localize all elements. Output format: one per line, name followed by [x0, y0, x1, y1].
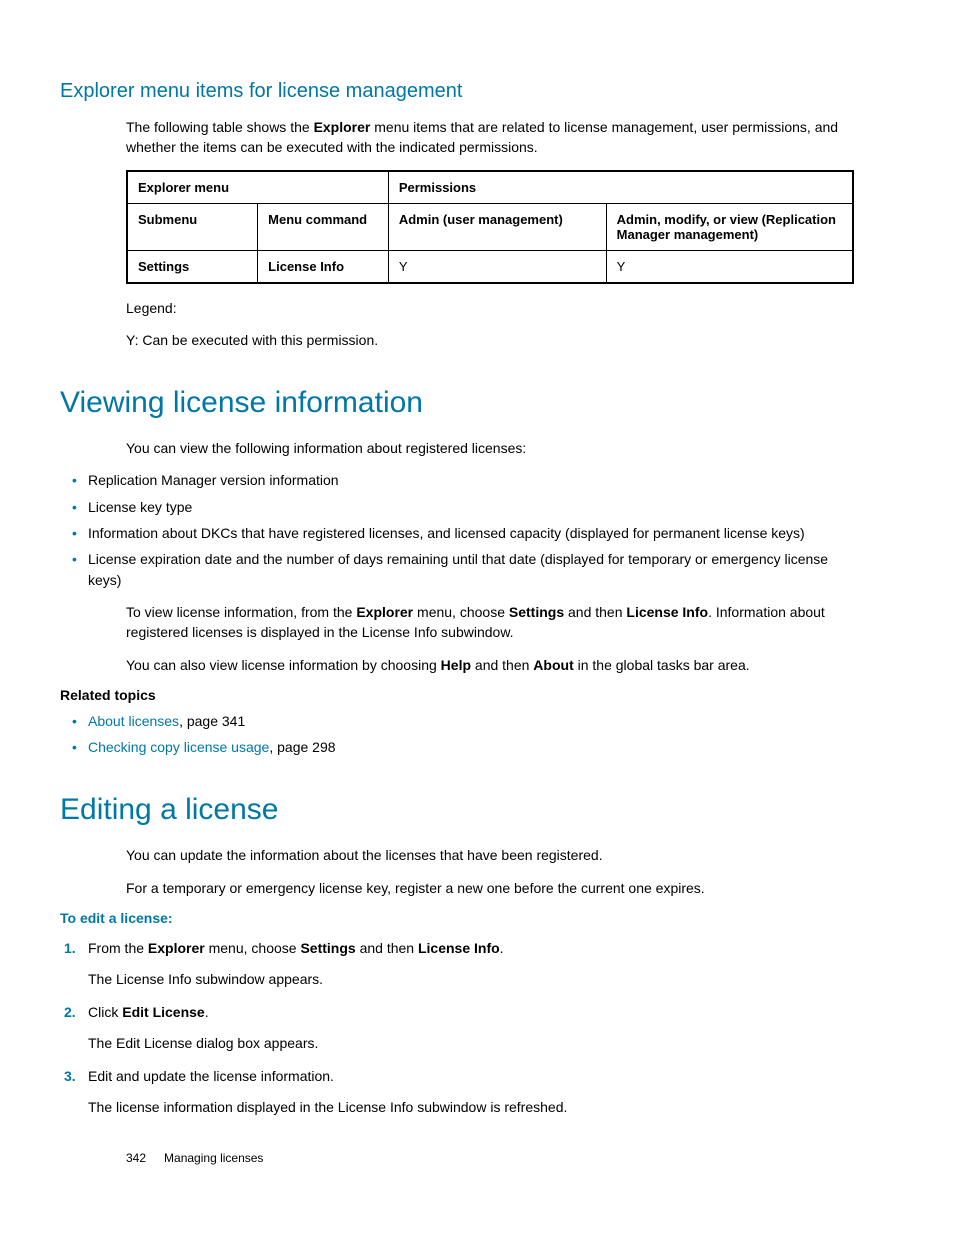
- text-bold: About: [533, 657, 573, 673]
- th-admin-modify-view: Admin, modify, or view (Replication Mana…: [606, 203, 853, 250]
- th-admin: Admin (user management): [388, 203, 606, 250]
- text-bold: Settings: [300, 940, 355, 956]
- list-item: License key type: [88, 497, 854, 517]
- text: From the: [88, 940, 148, 956]
- text: , page 341: [179, 713, 245, 729]
- th-explorer-menu: Explorer menu: [127, 171, 388, 204]
- td-menu-command: License Info: [258, 250, 389, 283]
- section-heading-editing-license: Editing a license: [60, 793, 854, 827]
- procedure-heading: To edit a license:: [60, 910, 854, 926]
- section-heading-viewing-license: Viewing license information: [60, 386, 854, 420]
- text: To view license information, from the: [126, 604, 356, 620]
- list-item: Replication Manager version information: [88, 470, 854, 490]
- step-2-result: The Edit License dialog box appears.: [88, 1033, 854, 1054]
- page: Explorer menu items for license manageme…: [0, 0, 954, 1235]
- step-2: Click Edit License. The Edit License dia…: [88, 1002, 854, 1054]
- td-admin: Y: [388, 250, 606, 283]
- text: and then: [356, 940, 418, 956]
- list-item: Checking copy license usage, page 298: [88, 737, 854, 757]
- section3-intro2: For a temporary or emergency license key…: [126, 878, 854, 898]
- permissions-table-wrap: Explorer menu Permissions Submenu Menu c…: [126, 170, 854, 284]
- text: and then: [564, 604, 626, 620]
- permissions-table: Explorer menu Permissions Submenu Menu c…: [126, 170, 854, 284]
- table-row: Settings License Info Y Y: [127, 250, 853, 283]
- section3-intro1: You can update the information about the…: [126, 845, 854, 865]
- text-bold: License Info: [626, 604, 708, 620]
- related-topics-heading: Related topics: [60, 687, 854, 703]
- step-1: From the Explorer menu, choose Settings …: [88, 938, 854, 990]
- text: .: [500, 940, 504, 956]
- table-subheader-row: Submenu Menu command Admin (user managem…: [127, 203, 853, 250]
- text: Click: [88, 1004, 122, 1020]
- th-submenu: Submenu: [127, 203, 258, 250]
- text-bold: Help: [441, 657, 471, 673]
- section1-intro: The following table shows the Explorer m…: [126, 117, 854, 158]
- section2-p1: To view license information, from the Ex…: [126, 602, 854, 643]
- text-bold: Edit License: [122, 1004, 204, 1020]
- step-3-result: The license information displayed in the…: [88, 1097, 854, 1118]
- th-permissions: Permissions: [388, 171, 853, 204]
- legend-text: Y: Can be executed with this permission.: [126, 330, 854, 350]
- text: , page 298: [269, 739, 335, 755]
- text: Edit and update the license information.: [88, 1068, 334, 1084]
- list-item: About licenses, page 341: [88, 711, 854, 731]
- section-heading-explorer-menu: Explorer menu items for license manageme…: [60, 80, 854, 103]
- text-bold: License Info: [418, 940, 500, 956]
- text: menu, choose: [205, 940, 301, 956]
- text-bold: Settings: [509, 604, 564, 620]
- text: and then: [471, 657, 533, 673]
- text-bold: Explorer: [314, 119, 371, 135]
- footer-title: Managing licenses: [164, 1151, 263, 1165]
- related-topics-list: About licenses, page 341 Checking copy l…: [60, 711, 854, 758]
- legend-label: Legend:: [126, 298, 854, 318]
- section2-intro: You can view the following information a…: [126, 438, 854, 458]
- link-about-licenses[interactable]: About licenses: [88, 713, 179, 729]
- page-footer: 342 Managing licenses: [126, 1151, 263, 1165]
- viewing-bullets: Replication Manager version information …: [60, 470, 854, 589]
- text: menu, choose: [413, 604, 509, 620]
- step-3: Edit and update the license information.…: [88, 1066, 854, 1118]
- text: The following table shows the: [126, 119, 314, 135]
- list-item: License expiration date and the number o…: [88, 549, 854, 590]
- text: You can also view license information by…: [126, 657, 441, 673]
- th-menu-command: Menu command: [258, 203, 389, 250]
- step-1-result: The License Info subwindow appears.: [88, 969, 854, 990]
- text: in the global tasks bar area.: [574, 657, 750, 673]
- text-bold: Explorer: [356, 604, 413, 620]
- edit-license-steps: From the Explorer menu, choose Settings …: [60, 938, 854, 1118]
- section2-p2: You can also view license information by…: [126, 655, 854, 675]
- td-amv: Y: [606, 250, 853, 283]
- page-number: 342: [126, 1151, 146, 1165]
- td-submenu: Settings: [127, 250, 258, 283]
- list-item: Information about DKCs that have registe…: [88, 523, 854, 543]
- table-header-row: Explorer menu Permissions: [127, 171, 853, 204]
- text-bold: Explorer: [148, 940, 205, 956]
- text: .: [205, 1004, 209, 1020]
- link-checking-copy-license-usage[interactable]: Checking copy license usage: [88, 739, 269, 755]
